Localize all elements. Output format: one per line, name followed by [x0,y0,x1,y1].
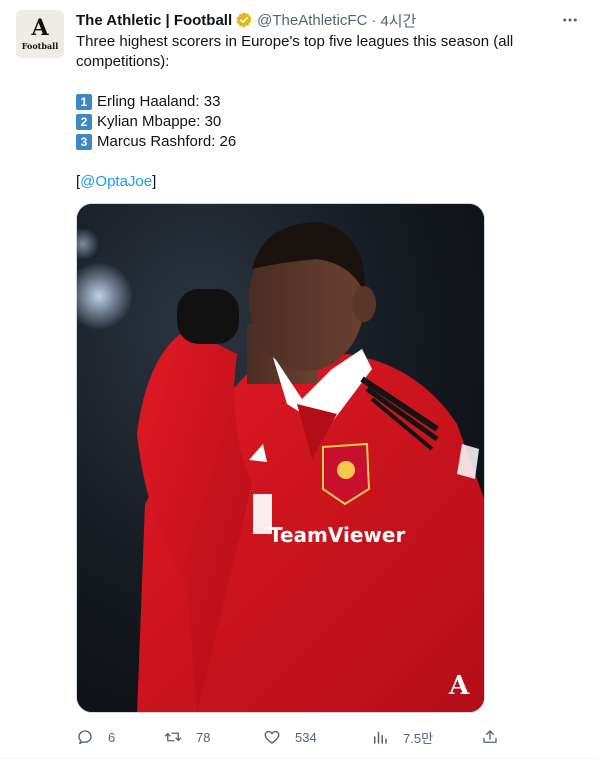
ranking-text: Kylian Mbappe: 30 [97,113,222,130]
avatar[interactable]: A Football [16,10,64,58]
athletic-watermark: A [448,671,470,701]
keycap-two-icon: 2 [76,114,92,130]
tweet-text: Three highest scorers in Europe's top fi… [76,32,546,192]
ranking-text: Erling Haaland: 33 [97,93,221,110]
keycap-one-icon: 1 [76,94,92,110]
share-button[interactable] [481,725,513,749]
ranking-item: 3 Marcus Rashford: 26 [76,132,546,152]
separator-dot: · [371,11,377,29]
source-credit: [@OptaJoe] [76,172,546,192]
avatar-logo-label: Football [21,41,59,51]
ranking-text: Marcus Rashford: 26 [97,133,237,150]
ranking-item: 1 Erling Haaland: 33 [76,92,546,112]
ranking-item: 2 Kylian Mbappe: 30 [76,112,546,132]
reply-count: 6 [108,729,116,745]
views-button[interactable]: 7.5만 [371,725,433,749]
source-link[interactable]: @OptaJoe [80,173,152,190]
player-photo: TeamViewer A [77,204,484,712]
reply-icon [78,730,92,745]
timestamp[interactable]: 4시간 [380,10,416,31]
retweet-icon [164,732,182,742]
view-count: 7.5만 [403,730,434,746]
tweet-actions: 6 78 534 7.5만 [76,725,506,749]
like-count: 534 [295,729,317,745]
heart-icon [264,730,280,744]
tweet-media-image[interactable]: TeamViewer A [76,203,485,713]
source-bracket-close: ] [152,173,157,190]
keycap-three-icon: 3 [76,134,92,150]
kit-sponsor-text: TeamViewer [269,523,405,547]
like-button[interactable]: 534 [263,725,317,749]
verified-badge-icon[interactable] [235,11,253,29]
more-options-icon[interactable] [558,8,582,32]
avatar-logo-glyph: A [31,15,49,41]
ellipsis-icon [563,18,577,22]
reply-button[interactable]: 6 [76,725,115,749]
retweet-button[interactable]: 78 [164,725,210,749]
tweet-header: The Athletic | Football @TheAthleticFC ·… [76,10,582,30]
author-handle[interactable]: @TheAthleticFC [257,12,367,29]
author-name[interactable]: The Athletic | Football [76,12,232,29]
analytics-icon [374,731,387,744]
retweet-count: 78 [196,729,211,745]
tweet-intro: Three highest scorers in Europe's top fi… [76,33,514,70]
share-icon [483,730,497,743]
tweet-card[interactable]: A Football The Athletic | Football @TheA… [0,0,598,759]
